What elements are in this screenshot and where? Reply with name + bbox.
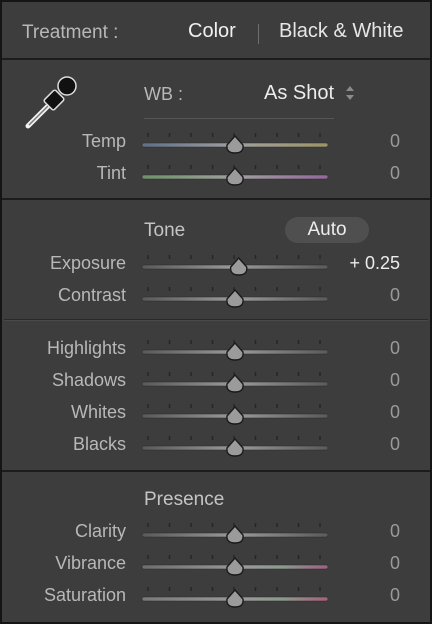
blacks-row: Blacks 0 xyxy=(2,431,430,463)
shadows-label: Shadows xyxy=(51,370,126,390)
vibrance-label: Vibrance xyxy=(55,553,126,573)
treatment-label: Treatment : xyxy=(22,22,119,43)
slider-thumb[interactable] xyxy=(226,341,244,361)
contrast-row: Contrast 0 xyxy=(2,282,430,314)
exposure-row: Exposure + 0.25 xyxy=(2,250,430,282)
exposure-label: Exposure xyxy=(49,253,126,273)
tint-row: Tint 0 xyxy=(2,160,430,192)
exposure-slider[interactable] xyxy=(138,250,332,278)
whites-slider[interactable] xyxy=(138,399,332,427)
slider-thumb[interactable] xyxy=(226,373,244,393)
clarity-value[interactable]: 0 xyxy=(390,521,400,542)
tint-value[interactable]: 0 xyxy=(390,163,400,184)
clarity-row: Clarity 0 xyxy=(2,518,430,550)
whites-value[interactable]: 0 xyxy=(390,402,400,423)
updown-arrows-icon[interactable] xyxy=(345,84,355,102)
temp-label: Temp xyxy=(81,131,126,151)
temp-row: Temp 0 xyxy=(2,128,430,160)
slider-thumb[interactable] xyxy=(226,405,244,425)
slider-thumb[interactable] xyxy=(226,588,244,608)
clarity-label: Clarity xyxy=(74,521,126,541)
vibrance-row: Vibrance 0 xyxy=(2,550,430,582)
section-divider xyxy=(2,198,430,200)
highlights-slider[interactable] xyxy=(138,335,332,363)
temp-slider[interactable] xyxy=(138,128,332,156)
saturation-slider[interactable] xyxy=(138,582,332,610)
tint-slider[interactable] xyxy=(138,160,332,188)
saturation-row: Saturation 0 xyxy=(2,582,430,614)
vibrance-value[interactable]: 0 xyxy=(390,553,400,574)
contrast-value[interactable]: 0 xyxy=(390,285,400,306)
treatment-bw-option[interactable]: Black & White xyxy=(279,20,403,43)
wb-underline xyxy=(144,118,334,119)
tone-heading: Tone xyxy=(144,220,186,241)
section-divider xyxy=(2,470,430,472)
temp-value[interactable]: 0 xyxy=(390,131,400,152)
highlights-label: Highlights xyxy=(46,338,126,358)
tint-label: Tint xyxy=(96,163,126,183)
saturation-label: Saturation xyxy=(43,585,126,605)
blacks-label: Blacks xyxy=(72,434,126,454)
shadows-row: Shadows 0 xyxy=(2,367,430,399)
slider-thumb[interactable] xyxy=(229,256,248,276)
wb-select[interactable]: As Shot xyxy=(264,82,334,105)
eyedropper-icon[interactable] xyxy=(22,70,84,130)
highlights-value[interactable]: 0 xyxy=(390,338,400,359)
blacks-value[interactable]: 0 xyxy=(390,434,400,455)
section-divider xyxy=(2,58,430,60)
treatment-separator xyxy=(258,24,259,44)
saturation-value[interactable]: 0 xyxy=(390,585,400,606)
blacks-slider[interactable] xyxy=(138,431,332,459)
slider-thumb[interactable] xyxy=(226,437,244,457)
wb-label: WB : xyxy=(144,84,183,104)
vibrance-slider[interactable] xyxy=(138,550,332,578)
shadows-slider[interactable] xyxy=(138,367,332,395)
auto-button[interactable]: Auto xyxy=(285,217,369,243)
shadows-value[interactable]: 0 xyxy=(390,370,400,391)
develop-panel: Treatment : Color Black & White WB : As … xyxy=(0,0,432,624)
slider-thumb[interactable] xyxy=(226,166,244,186)
highlights-row: Highlights 0 xyxy=(2,335,430,367)
treatment-color-option[interactable]: Color xyxy=(188,20,236,43)
slider-thumb[interactable] xyxy=(226,556,244,576)
clarity-slider[interactable] xyxy=(138,518,332,546)
whites-label: Whites xyxy=(70,402,126,422)
contrast-label: Contrast xyxy=(57,285,126,305)
slider-thumb[interactable] xyxy=(226,134,244,154)
exposure-value[interactable]: + 0.25 xyxy=(349,253,400,274)
whites-row: Whites 0 xyxy=(2,399,430,431)
slider-thumb[interactable] xyxy=(226,288,244,308)
tone-subdivider xyxy=(4,319,428,321)
contrast-slider[interactable] xyxy=(138,282,332,310)
slider-thumb[interactable] xyxy=(226,524,244,544)
presence-heading: Presence xyxy=(144,489,225,510)
